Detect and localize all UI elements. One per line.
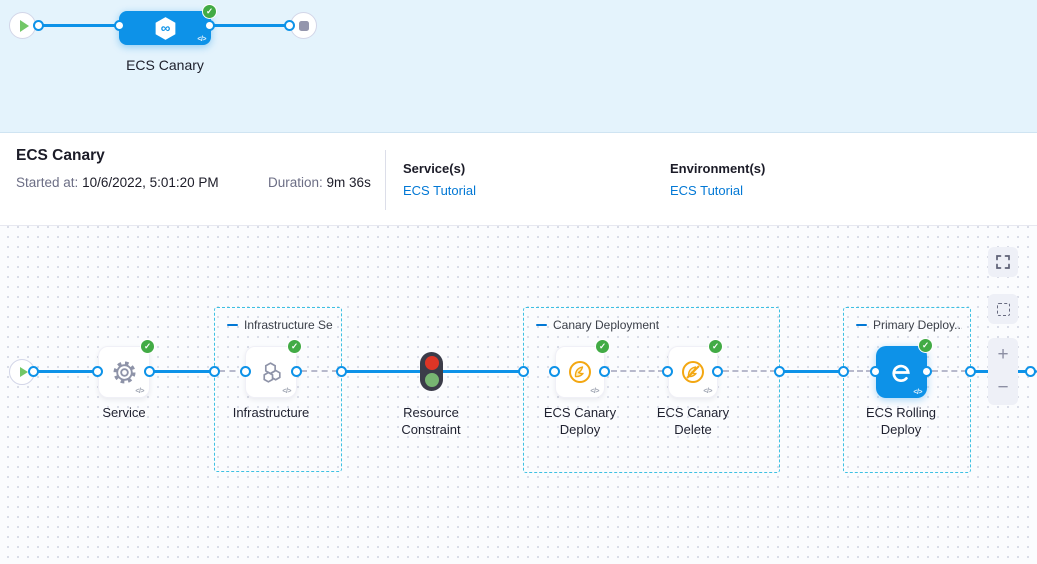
success-check-icon: ✓ bbox=[708, 339, 723, 354]
services-link[interactable]: ECS Tutorial bbox=[403, 183, 476, 198]
traffic-light-green-icon bbox=[425, 373, 439, 387]
stage-node-ecs-canary[interactable]: ∞ ✓ </> bbox=[119, 11, 211, 45]
selection-mode-button[interactable] bbox=[988, 294, 1018, 324]
step-node-ecs-canary-deploy[interactable]: ✓ </> bbox=[555, 346, 605, 398]
collapse-icon[interactable] bbox=[856, 324, 867, 327]
success-check-icon: ✓ bbox=[202, 4, 217, 19]
port bbox=[599, 366, 610, 377]
step-label: ECS Canary Delete bbox=[638, 404, 748, 438]
edge-stage-to-end bbox=[210, 24, 291, 27]
step-node-infrastructure[interactable]: ✓ </> bbox=[245, 346, 297, 398]
traffic-light-red-icon bbox=[425, 356, 439, 370]
port bbox=[712, 366, 723, 377]
run-title: ECS Canary bbox=[16, 147, 105, 165]
collapse-icon[interactable] bbox=[227, 324, 238, 327]
group-label: Primary Deploy... bbox=[873, 318, 962, 332]
edge-dashed bbox=[301, 370, 338, 372]
success-check-icon: ✓ bbox=[140, 339, 155, 354]
port bbox=[240, 366, 251, 377]
step-node-service[interactable]: ✓ </> bbox=[98, 346, 150, 398]
port bbox=[114, 20, 125, 31]
port bbox=[549, 366, 560, 377]
code-icon: </> bbox=[703, 388, 712, 395]
group-label: Canary Deployment bbox=[553, 318, 659, 332]
step-label: ECS Canary Deploy bbox=[525, 404, 635, 438]
port bbox=[838, 366, 849, 377]
port bbox=[870, 366, 881, 377]
code-icon: </> bbox=[197, 36, 206, 43]
gear-icon bbox=[111, 359, 138, 386]
port bbox=[1025, 366, 1036, 377]
pipeline-execution-screen: ∞ ✓ </> ECS Canary ECS Canary Started at… bbox=[0, 0, 1037, 564]
edge bbox=[441, 370, 524, 373]
code-icon: </> bbox=[590, 388, 599, 395]
port bbox=[336, 366, 347, 377]
zoom-controls: + − bbox=[988, 338, 1018, 405]
ecs-swirl-icon bbox=[889, 360, 914, 385]
edge bbox=[150, 370, 215, 373]
success-check-icon: ✓ bbox=[918, 338, 933, 353]
port bbox=[921, 366, 932, 377]
step-node-ecs-canary-delete[interactable]: ✓ </> bbox=[668, 346, 718, 398]
port bbox=[204, 20, 215, 31]
stage-label: ECS Canary bbox=[115, 57, 215, 73]
step-label: Infrastructure bbox=[216, 404, 326, 421]
port bbox=[144, 366, 155, 377]
group-label: Infrastructure Se... bbox=[244, 318, 333, 332]
started-at: Started at: 10/6/2022, 5:01:20 PM bbox=[16, 175, 219, 190]
port bbox=[33, 20, 44, 31]
play-icon bbox=[20, 367, 28, 377]
code-icon: </> bbox=[135, 388, 144, 395]
svg-text:∞: ∞ bbox=[160, 20, 170, 35]
duration-value: 9m 36s bbox=[327, 175, 371, 190]
canary-deploy-icon bbox=[567, 359, 593, 385]
port bbox=[965, 366, 976, 377]
success-check-icon: ✓ bbox=[595, 339, 610, 354]
code-icon: </> bbox=[282, 388, 291, 395]
stop-icon bbox=[299, 21, 309, 31]
summary-divider bbox=[385, 150, 386, 210]
started-label: Started at: bbox=[16, 175, 78, 190]
port bbox=[92, 366, 103, 377]
port bbox=[28, 366, 39, 377]
environments-link[interactable]: ECS Tutorial bbox=[670, 183, 743, 198]
port bbox=[284, 20, 295, 31]
step-node-ecs-rolling-deploy[interactable]: ✓ </> bbox=[876, 346, 927, 398]
stage-pipeline-band: ∞ ✓ </> ECS Canary bbox=[0, 0, 1037, 133]
port bbox=[518, 366, 529, 377]
canary-delete-icon bbox=[680, 359, 706, 385]
port bbox=[662, 366, 673, 377]
code-icon: </> bbox=[913, 389, 922, 396]
port bbox=[291, 366, 302, 377]
edge-dashed bbox=[611, 370, 664, 372]
zoom-out-button[interactable]: − bbox=[988, 372, 1018, 406]
edge-dashed bbox=[723, 370, 776, 372]
step-label: Resource Constraint bbox=[376, 404, 486, 438]
edge-dashed bbox=[848, 370, 872, 372]
success-check-icon: ✓ bbox=[287, 339, 302, 354]
play-icon bbox=[20, 20, 29, 32]
port bbox=[209, 366, 220, 377]
edge-dashed bbox=[932, 370, 967, 372]
step-label: ECS Rolling Deploy bbox=[846, 404, 956, 438]
edge bbox=[780, 370, 844, 373]
environments-label: Environment(s) bbox=[670, 161, 765, 176]
collapse-icon[interactable] bbox=[536, 324, 547, 327]
marquee-icon bbox=[997, 303, 1010, 316]
duration-label: Duration: bbox=[268, 175, 323, 190]
port bbox=[774, 366, 785, 377]
cd-hexagon-icon: ∞ bbox=[152, 15, 179, 42]
zoom-in-button[interactable]: + bbox=[988, 338, 1018, 372]
hexagons-icon bbox=[258, 359, 285, 386]
fullscreen-icon bbox=[996, 255, 1010, 269]
step-node-resource-constraint[interactable] bbox=[420, 352, 443, 391]
duration: Duration: 9m 36s bbox=[268, 175, 371, 190]
fullscreen-button[interactable] bbox=[988, 247, 1018, 277]
pipeline-start-node bbox=[9, 12, 36, 39]
services-label: Service(s) bbox=[403, 161, 465, 176]
edge bbox=[342, 370, 423, 373]
started-value: 10/6/2022, 5:01:20 PM bbox=[82, 175, 219, 190]
step-label: Service bbox=[69, 404, 179, 421]
